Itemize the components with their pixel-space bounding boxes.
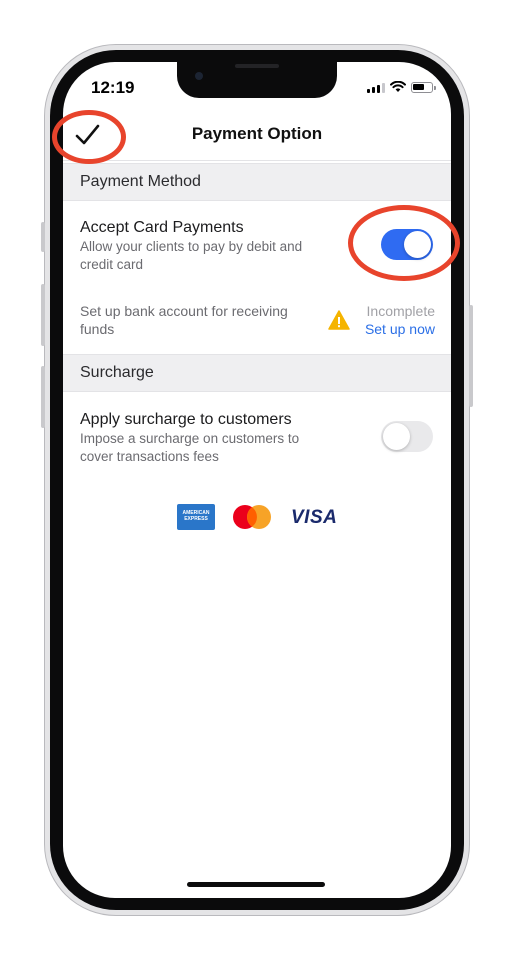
power-button	[469, 305, 473, 407]
phone-screen: 12:19 Payment Option Payment Method Acce…	[63, 62, 451, 898]
section-title: Surcharge	[80, 364, 154, 381]
bank-setup-text: Set up bank account for receiving funds	[80, 302, 288, 338]
amex-logo: AMERICAN EXPRESS	[177, 504, 215, 530]
subtitle-line: Impose a surcharge on customers to	[80, 431, 300, 446]
subtitle-line: cover transactions fees	[80, 449, 219, 464]
apply-surcharge-subtitle: Impose a surcharge on customers to cover…	[80, 430, 299, 466]
mastercard-logo	[233, 505, 271, 529]
notch	[177, 62, 337, 98]
camera-icon	[195, 72, 203, 80]
apply-surcharge-toggle[interactable]	[381, 421, 433, 452]
subtitle-line: credit card	[80, 257, 144, 272]
annotation-circle-checkmark	[52, 110, 126, 164]
silent-switch	[41, 222, 45, 252]
section-header-payment-method: Payment Method	[63, 163, 451, 201]
volume-up-button	[41, 284, 45, 346]
status-icons	[367, 81, 436, 93]
subtitle-line: Allow your clients to pay by debit and	[80, 239, 303, 254]
text-line: Set up bank account for receiving	[80, 303, 288, 319]
text-line: funds	[80, 321, 115, 337]
annotation-circle-toggle	[348, 205, 460, 281]
accept-card-payments-subtitle: Allow your clients to pay by debit and c…	[80, 238, 302, 274]
volume-down-button	[41, 366, 45, 428]
bank-status-text: Incomplete	[366, 303, 435, 319]
warning-icon	[328, 310, 350, 330]
toggle-knob	[383, 423, 410, 450]
set-up-now-link[interactable]: Set up now	[365, 321, 435, 337]
status-time: 12:19	[91, 78, 135, 97]
home-indicator[interactable]	[187, 882, 325, 887]
amex-logo-text: EXPRESS	[184, 516, 208, 522]
section-title: Payment Method	[80, 173, 201, 190]
speaker-grille	[235, 64, 279, 68]
battery-icon	[411, 82, 436, 93]
visa-logo: VISA	[291, 507, 338, 528]
cellular-signal-icon	[367, 83, 385, 93]
wifi-icon	[390, 81, 406, 92]
apply-surcharge-title: Apply surcharge to customers	[80, 411, 292, 428]
section-header-surcharge: Surcharge	[63, 354, 451, 392]
accept-card-payments-title: Accept Card Payments	[80, 219, 244, 236]
